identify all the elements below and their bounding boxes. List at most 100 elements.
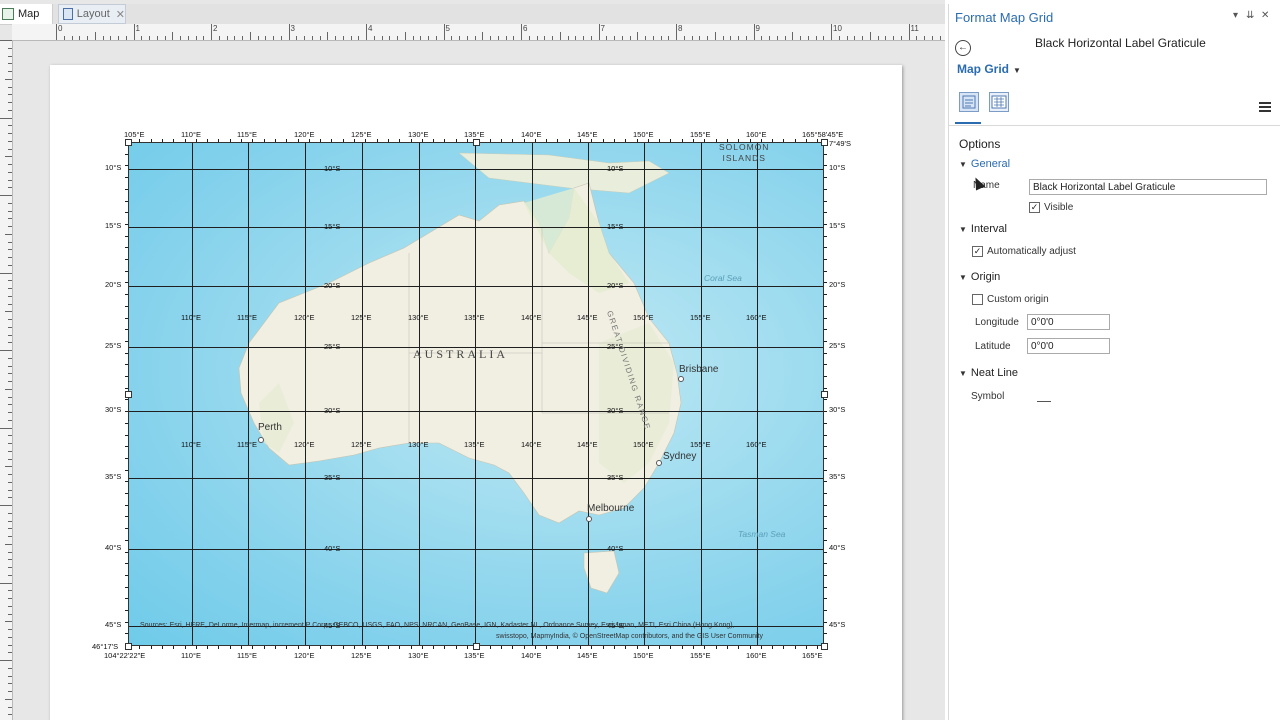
name-field[interactable]: Black Horizontal Label Graticule	[1029, 179, 1267, 195]
selection-handle[interactable]	[821, 139, 828, 146]
ruler-tick	[358, 36, 360, 40]
ruler-tick	[8, 125, 12, 127]
ruler-tick	[730, 36, 732, 40]
ruler-tick	[133, 24, 135, 40]
latitude-field[interactable]: 0°0'0	[1027, 338, 1110, 354]
city-label: Sydney	[663, 451, 697, 462]
grid-display-icon[interactable]	[989, 92, 1009, 112]
ruler-tick	[621, 36, 623, 40]
back-arrow-icon[interactable]: ←	[955, 40, 971, 56]
selection-handle[interactable]	[125, 643, 132, 650]
ruler-tick	[831, 24, 832, 40]
frame-tick	[308, 139, 310, 142]
pane-options-icon[interactable]: ▾	[1233, 10, 1238, 21]
selection-handle[interactable]	[125, 391, 132, 398]
frame-tick	[354, 139, 355, 142]
ruler-tick	[8, 536, 12, 537]
ruler-number: 4	[368, 24, 373, 33]
frame-tick	[399, 139, 401, 142]
element-name: Black Horizontal Label Graticule	[1035, 36, 1206, 50]
frame-tick	[125, 446, 128, 448]
top-lon-label: 115°E	[237, 130, 257, 139]
symbol-swatch[interactable]	[1037, 401, 1051, 402]
ruler-tick	[94, 32, 96, 40]
auto-adjust-checkbox[interactable]: ✓	[972, 246, 983, 257]
frame-tick	[580, 646, 581, 649]
frame-tick	[817, 646, 819, 649]
ruler-tick	[5, 543, 12, 545]
ruler-tick	[8, 598, 12, 599]
frame-tick	[125, 399, 128, 401]
frame-tick	[286, 646, 288, 649]
selection-handle[interactable]	[821, 391, 828, 398]
frame-tick	[320, 646, 322, 649]
interval-section-header[interactable]: ▼ Interval	[959, 223, 1007, 235]
map-frame[interactable]: 110°E 115°E 120°E 125°E 130°E 135°E 140°E 145°E…	[128, 142, 824, 646]
ruler-tick	[8, 435, 12, 437]
ruler-tick	[8, 280, 12, 282]
frame-tick	[534, 139, 536, 142]
ruler-tick	[8, 520, 12, 522]
frame-tick	[500, 139, 502, 142]
frame-tick	[125, 376, 128, 377]
graticule-meridian	[644, 143, 645, 645]
menu-icon[interactable]	[1259, 102, 1271, 112]
frame-tick	[125, 481, 128, 483]
visible-checkbox[interactable]: ✓	[1029, 202, 1040, 213]
ruler-tick	[800, 36, 801, 40]
origin-section-header[interactable]: ▼ Origin	[959, 271, 1000, 283]
general-section-header[interactable]: ▼ General	[959, 158, 1010, 170]
frame-tick	[670, 646, 672, 649]
right-lat-label: 45°S	[829, 620, 846, 629]
ruler-tick	[552, 36, 553, 40]
custom-origin-checkbox[interactable]	[972, 294, 983, 305]
selection-handle[interactable]	[473, 139, 480, 146]
ruler-tick	[63, 36, 65, 40]
ruler-tick	[8, 450, 12, 452]
ruler-tick	[900, 36, 902, 40]
frame-tick	[824, 305, 827, 307]
selection-handle[interactable]	[125, 139, 132, 146]
frame-tick	[760, 646, 762, 649]
ruler-tick	[598, 24, 600, 40]
ruler-tick	[8, 474, 12, 475]
ruler-tick	[8, 590, 12, 592]
grid-options-icon[interactable]	[959, 92, 979, 112]
close-tab-icon[interactable]: ✕	[116, 8, 125, 21]
frame-tick	[794, 646, 796, 649]
neatline-section-header[interactable]: ▼ Neat Line	[959, 367, 1018, 379]
frame-tick	[659, 139, 661, 142]
frame-tick	[568, 139, 570, 142]
ruler-tick	[505, 36, 507, 40]
ruler-tick	[8, 109, 12, 111]
ruler-tick	[0, 660, 12, 661]
ruler-tick	[211, 24, 212, 40]
chevron-down-icon: ▼	[1013, 66, 1021, 75]
frame-tick	[681, 646, 683, 649]
tab-map[interactable]: Map	[0, 4, 53, 24]
tab-layout[interactable]: Layout ✕	[58, 4, 126, 24]
longitude-field[interactable]: 0°0'0	[1027, 314, 1110, 330]
custom-origin-label: Custom origin	[987, 294, 1049, 305]
ruler-tick	[745, 36, 747, 40]
frame-tick	[274, 139, 276, 142]
frame-tick	[125, 610, 128, 611]
map-grid-dropdown[interactable]: Map Grid ▼	[957, 62, 1021, 76]
map-credits: swisstopo, MapmyIndia, © OpenStreetMap c…	[496, 633, 763, 640]
frame-tick	[512, 139, 514, 142]
interior-lat-label: 20°S	[607, 281, 624, 290]
frame-tick	[376, 139, 378, 142]
ruler-tick	[8, 574, 12, 576]
ruler-tick	[8, 605, 12, 607]
ruler-tick	[513, 36, 515, 40]
frame-tick	[647, 139, 649, 142]
selection-handle[interactable]	[473, 643, 480, 650]
ruler-tick	[536, 36, 538, 40]
frame-tick	[195, 139, 197, 142]
ruler-tick	[8, 489, 12, 491]
city-label: Melbourne	[587, 503, 635, 514]
selection-handle[interactable]	[821, 643, 828, 650]
pin-icon[interactable]: ⇊	[1246, 10, 1254, 21]
close-pane-icon[interactable]: ✕	[1261, 10, 1269, 21]
ruler-tick	[172, 32, 174, 40]
